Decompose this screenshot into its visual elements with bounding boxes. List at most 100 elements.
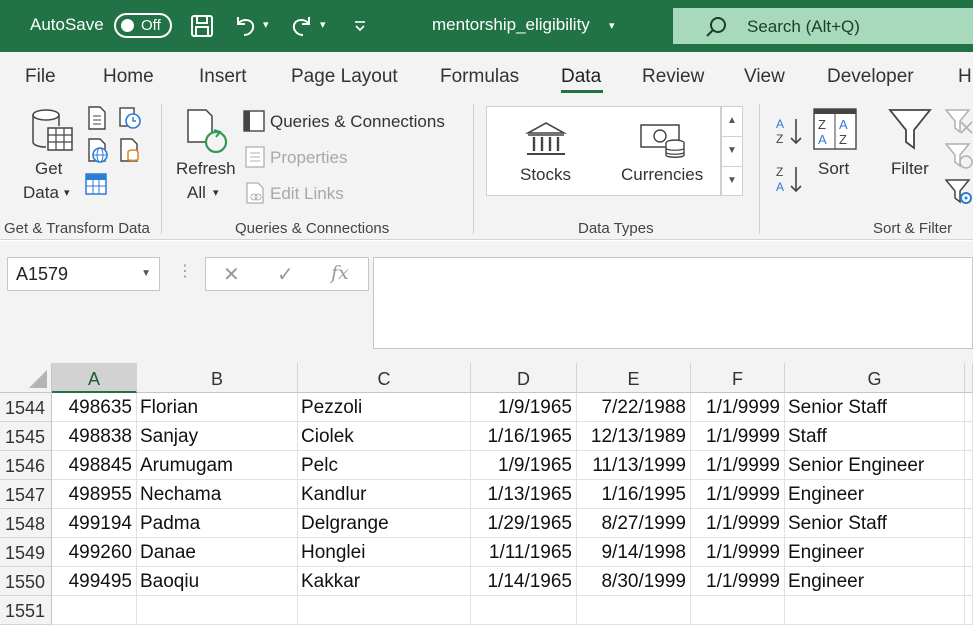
cell-a1546[interactable]: 498845	[52, 451, 137, 480]
customize-qat-icon[interactable]	[350, 12, 370, 40]
cell-d1547[interactable]: 1/13/1965	[471, 480, 577, 509]
name-box[interactable]: A1579 ▼	[7, 257, 160, 291]
sort-dialog-icon[interactable]: ZAAZ	[813, 108, 857, 155]
from-text-csv-icon[interactable]	[86, 106, 108, 135]
cell-h1546[interactable]	[965, 451, 973, 480]
cell-f1550[interactable]: 1/1/9999	[691, 567, 785, 596]
formula-bar-grip-icon[interactable]: ⋮	[177, 261, 193, 281]
queries-connections-button[interactable]: Queries & Connections	[270, 112, 445, 132]
cell-h1549[interactable]	[965, 538, 973, 567]
advanced-filter-icon[interactable]	[944, 178, 973, 211]
cell-a1549[interactable]: 499260	[52, 538, 137, 567]
cell-h1547[interactable]	[965, 480, 973, 509]
cell-f1546[interactable]: 1/1/9999	[691, 451, 785, 480]
cell-e1550[interactable]: 8/30/1999	[577, 567, 691, 596]
sort-a-to-z-icon[interactable]: AZ	[774, 116, 804, 151]
filename-dropdown-icon[interactable]: ▾	[609, 19, 615, 32]
cell-f1549[interactable]: 1/1/9999	[691, 538, 785, 567]
tab-insert[interactable]: Insert	[199, 66, 247, 88]
file-name[interactable]: mentorship_eligibility	[432, 15, 590, 35]
cell-b1550[interactable]: Baoqiu	[137, 567, 298, 596]
gallery-scroll-up-icon[interactable]: ▲	[722, 107, 742, 137]
tab-review[interactable]: Review	[642, 66, 704, 88]
column-header-f[interactable]: F	[691, 363, 785, 393]
tab-help[interactable]: H	[958, 66, 972, 88]
redo-dropdown-icon[interactable]: ▾	[320, 18, 326, 31]
cell-a1544[interactable]: 498635	[52, 393, 137, 422]
cell-d1549[interactable]: 1/11/1965	[471, 538, 577, 567]
get-data-icon[interactable]	[30, 108, 74, 161]
cell-d1550[interactable]: 1/14/1965	[471, 567, 577, 596]
cell-g1550[interactable]: Engineer	[785, 567, 965, 596]
tab-developer[interactable]: Developer	[827, 66, 914, 88]
tab-data[interactable]: Data	[561, 66, 601, 88]
cell-f1548[interactable]: 1/1/9999	[691, 509, 785, 538]
cell-e1544[interactable]: 7/22/1988	[577, 393, 691, 422]
row-header[interactable]: 1547	[0, 480, 52, 509]
column-header-g[interactable]: G	[785, 363, 965, 393]
edit-links-button[interactable]: Edit Links	[270, 184, 344, 204]
cell-a1547[interactable]: 498955	[52, 480, 137, 509]
cell-e1549[interactable]: 9/14/1998	[577, 538, 691, 567]
column-header-b[interactable]: B	[137, 363, 298, 393]
row-header[interactable]: 1546	[0, 451, 52, 480]
cell-a1550[interactable]: 499495	[52, 567, 137, 596]
cell-c1550[interactable]: Kakkar	[298, 567, 471, 596]
cancel-icon[interactable]: ✕	[223, 262, 240, 287]
queries-connections-icon[interactable]	[243, 110, 265, 137]
cell-d1551[interactable]	[471, 596, 577, 625]
cell-e1546[interactable]: 11/13/1999	[577, 451, 691, 480]
cell-f1544[interactable]: 1/1/9999	[691, 393, 785, 422]
filter-icon[interactable]	[888, 108, 932, 157]
cell-a1551[interactable]	[52, 596, 137, 625]
cell-c1544[interactable]: Pezzoli	[298, 393, 471, 422]
row-header[interactable]: 1551	[0, 596, 52, 625]
cell-f1547[interactable]: 1/1/9999	[691, 480, 785, 509]
cell-g1546[interactable]: Senior Engineer	[785, 451, 965, 480]
tab-page-layout[interactable]: Page Layout	[291, 66, 398, 88]
cell-h1545[interactable]	[965, 422, 973, 451]
undo-icon[interactable]	[231, 12, 259, 40]
row-header[interactable]: 1544	[0, 393, 52, 422]
cell-g1547[interactable]: Engineer	[785, 480, 965, 509]
cell-h1551[interactable]	[965, 596, 973, 625]
name-box-dropdown-icon[interactable]: ▼	[141, 268, 151, 279]
row-header[interactable]: 1550	[0, 567, 52, 596]
row-header[interactable]: 1548	[0, 509, 52, 538]
stocks-button[interactable]: Stocks	[520, 165, 571, 185]
row-header[interactable]: 1545	[0, 422, 52, 451]
cell-b1549[interactable]: Danae	[137, 538, 298, 567]
cell-h1548[interactable]	[965, 509, 973, 538]
tab-file[interactable]: File	[25, 66, 56, 88]
cell-d1545[interactable]: 1/16/1965	[471, 422, 577, 451]
cell-d1548[interactable]: 1/29/1965	[471, 509, 577, 538]
sort-button[interactable]: Sort	[818, 159, 849, 179]
recent-sources-icon[interactable]	[118, 106, 142, 135]
cell-b1547[interactable]: Nechama	[137, 480, 298, 509]
gallery-more-icon[interactable]: ▼	[722, 167, 742, 197]
search-box[interactable]: Search (Alt+Q)	[673, 8, 973, 44]
cell-b1551[interactable]	[137, 596, 298, 625]
get-data-dropdown-icon[interactable]: ▾	[64, 186, 70, 199]
cell-f1545[interactable]: 1/1/9999	[691, 422, 785, 451]
column-header-e[interactable]: E	[577, 363, 691, 393]
refresh-label-2[interactable]: All	[187, 183, 206, 203]
row-header[interactable]: 1549	[0, 538, 52, 567]
cell-g1544[interactable]: Senior Staff	[785, 393, 965, 422]
get-data-label-1[interactable]: Get	[35, 159, 62, 179]
refresh-label-1[interactable]: Refresh	[176, 159, 236, 179]
sort-z-to-a-icon[interactable]: ZA	[774, 164, 804, 199]
cell-c1551[interactable]	[298, 596, 471, 625]
refresh-all-icon[interactable]	[184, 108, 230, 161]
cell-g1545[interactable]: Staff	[785, 422, 965, 451]
cell-b1548[interactable]: Padma	[137, 509, 298, 538]
insert-function-icon[interactable]: fx	[331, 262, 349, 284]
cell-e1545[interactable]: 12/13/1989	[577, 422, 691, 451]
autosave-toggle[interactable]: Off	[114, 13, 172, 38]
cell-g1549[interactable]: Engineer	[785, 538, 965, 567]
gallery-scroll-down-icon[interactable]: ▼	[722, 137, 742, 167]
from-table-range-icon[interactable]	[84, 172, 108, 201]
cell-h1550[interactable]	[965, 567, 973, 596]
cell-b1546[interactable]: Arumugam	[137, 451, 298, 480]
column-header-h[interactable]	[965, 363, 973, 393]
